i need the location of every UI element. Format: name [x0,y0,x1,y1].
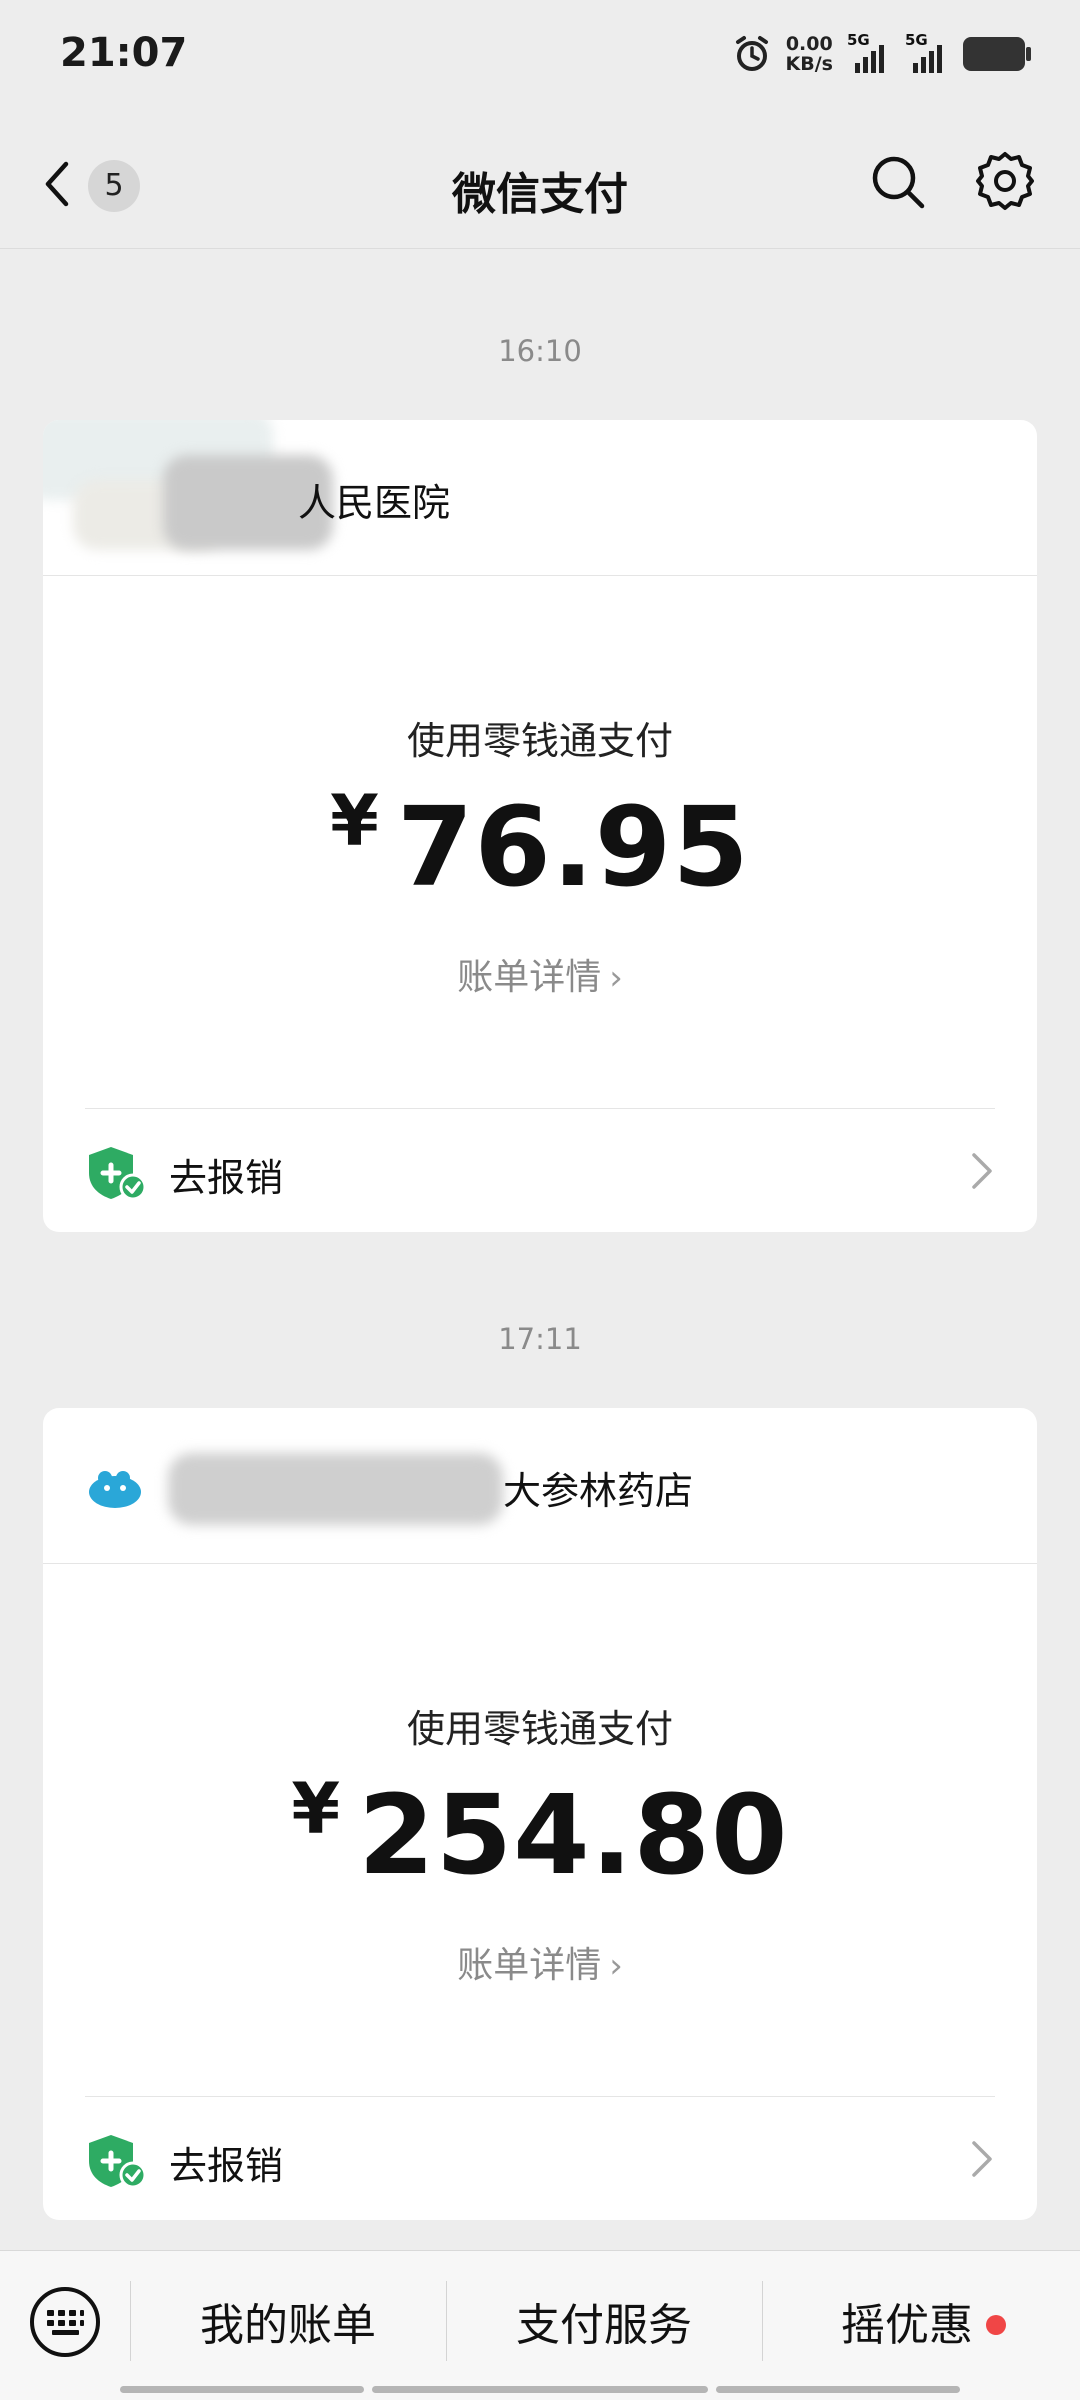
reimburse-row[interactable]: 去报销 [85,2096,995,2220]
payment-amount: ¥76.95 [43,780,1037,911]
hippo-logo-icon [89,1471,141,1508]
payment-method: 使用零钱通支付 [406,719,673,763]
alarm-icon [735,36,768,71]
chevron-right-icon [972,1153,992,1189]
reimburse-label: 去报销 [169,2144,284,2188]
payment-amount: ¥254.80 [43,1768,1037,1899]
chevron-right-icon: › [609,958,623,998]
menu-payment-services[interactable]: 支付服务 [446,2289,762,2353]
sim2-label: 5G [905,31,928,49]
menu-shake-deals[interactable]: 摇优惠 [762,2289,1052,2353]
merchant-name: 大参林药店 [503,1469,694,1513]
status-icons: 0.00 KB/s 5G 5G [732,31,1031,74]
keyboard-icon[interactable] [28,2285,102,2359]
bottom-menu: 我的账单 支付服务 摇优惠 [0,2250,1080,2400]
currency-symbol: ¥ [291,1768,341,1850]
status-time: 21:07 [60,30,188,76]
wechat-pay-screen: 21:07 0.00 KB/s 5G 5G 5 微信支付 16:10 人民医院 … [0,0,1080,2400]
signal-icon: 5G [847,31,891,73]
network-speed-unit: KB/s [785,53,833,75]
notification-dot [986,2315,1006,2335]
home-indicator [120,2386,364,2393]
nav-bar: 5 微信支付 [0,120,1080,249]
bill-details-label: 账单详情 [457,1945,602,1986]
chevron-right-icon [972,2141,992,2177]
shield-check-icon [89,2135,147,2189]
network-speed-value: 0.00 [785,33,833,55]
gear-icon[interactable] [974,150,1036,212]
card-header[interactable]: 人民医院 [43,420,1037,576]
chevron-right-icon: › [609,1946,623,1986]
card-header[interactable]: 大参林药店 [43,1408,1037,1564]
currency-symbol: ¥ [330,780,379,862]
reimburse-row[interactable]: 去报销 [85,1108,995,1232]
message-timestamp: 17:11 [498,1322,582,1356]
bill-details-link[interactable]: 账单详情 › [43,1936,1037,1988]
home-indicator [716,2386,960,2393]
status-bar: 21:07 0.00 KB/s 5G 5G [0,0,1080,120]
sim1-label: 5G [847,31,870,49]
merchant-name: 人民医院 [298,481,451,525]
battery-icon [963,37,1031,71]
shield-check-icon [89,1147,147,1201]
amount-value: 254.80 [358,1771,789,1899]
signal-icon-2: 5G [905,31,949,73]
menu-my-bills[interactable]: 我的账单 [130,2289,446,2353]
bill-details-link[interactable]: 账单详情 › [43,948,1037,1000]
amount-value: 76.95 [396,783,750,911]
search-icon[interactable] [868,152,928,212]
payment-card[interactable]: 大参林药店 使用零钱通支付 ¥254.80 账单详情 › 去报销 [43,1408,1037,2220]
home-indicator [372,2386,708,2393]
payment-card[interactable]: 人民医院 使用零钱通支付 ¥76.95 账单详情 › 去报销 [43,420,1037,1232]
network-speed: 0.00 KB/s [786,34,833,74]
reimburse-label: 去报销 [169,1156,284,1200]
message-timestamp: 16:10 [498,334,582,368]
payment-method: 使用零钱通支付 [406,1707,673,1751]
bill-details-label: 账单详情 [457,957,602,998]
redaction-blur [168,1453,503,1525]
